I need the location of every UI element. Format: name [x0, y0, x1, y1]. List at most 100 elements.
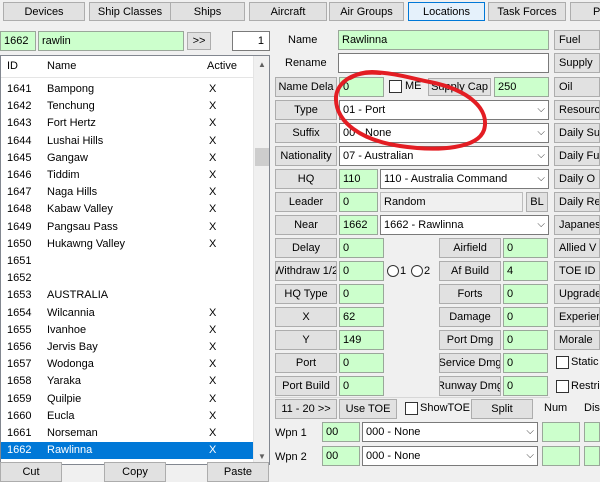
wpn2-dis-field[interactable] [584, 446, 600, 466]
list-item[interactable]: 1645 Gangaw X [1, 150, 253, 167]
header-id[interactable]: ID [7, 60, 18, 72]
right-button-daily-fu[interactable]: Daily Fu [554, 146, 600, 166]
tab-aircraft[interactable]: Aircraft [249, 2, 327, 21]
scroll-up-icon[interactable]: ▲ [254, 56, 269, 72]
supply-cap-button[interactable]: Supply Cap [428, 78, 491, 96]
list-item[interactable]: 1651 [1, 253, 253, 270]
search-next-button[interactable]: >> [187, 32, 211, 50]
list-item[interactable]: 1647 Naga Hills X [1, 184, 253, 201]
delay-button[interactable]: Delay [275, 238, 337, 258]
near-field[interactable]: 1662 [339, 215, 378, 235]
name-field[interactable]: Rawlinna [338, 30, 549, 50]
header-name[interactable]: Name [47, 60, 76, 72]
near-select[interactable]: 1662 - Rawlinna ⌵ [380, 215, 549, 235]
wpn2-field[interactable]: 00 [322, 446, 360, 466]
location-list[interactable]: ID Name Active 1641 Bampong X 1642 Tenchung X… [0, 55, 270, 465]
right-button-fuel[interactable]: Fuel [554, 30, 600, 50]
search-id-field[interactable]: 1662 [0, 31, 36, 51]
leader-field[interactable]: 0 [339, 192, 378, 212]
runway-dmg-field[interactable]: 0 [503, 376, 548, 396]
suffix-button[interactable]: Suffix [275, 123, 337, 143]
suffix-select[interactable]: 00 - None ⌵ [339, 123, 549, 143]
right-button-allied-v[interactable]: Allied V [554, 238, 600, 258]
tab-ships[interactable]: Ships [170, 2, 245, 21]
list-item[interactable]: 1652 [1, 270, 253, 287]
list-item[interactable]: 1641 Bampong X [1, 81, 253, 98]
damage-field[interactable]: 0 [503, 307, 548, 327]
page-field[interactable]: 1 [232, 31, 270, 51]
bl-button[interactable]: BL [526, 192, 548, 212]
list-item[interactable]: 1661 Norseman X [1, 425, 253, 442]
show-toe-checkbox[interactable] [405, 402, 418, 415]
af-build-button[interactable]: Af Build [439, 261, 501, 281]
split-button[interactable]: Split [471, 399, 533, 419]
y-button[interactable]: Y [275, 330, 337, 350]
hq-field[interactable]: 110 [339, 169, 378, 189]
tab-pilots[interactable]: Pil [570, 2, 600, 21]
range-next-button[interactable]: 11 - 20 >> [275, 399, 337, 419]
wpn2-select[interactable]: 000 - None ⌵ [362, 446, 538, 466]
list-item[interactable]: 1650 Hukawng Valley X [1, 236, 253, 253]
tab-air-groups[interactable]: Air Groups [329, 2, 404, 21]
tab-task-forces[interactable]: Task Forces [488, 2, 566, 21]
withdraw-radio-1[interactable] [387, 265, 399, 277]
type-button[interactable]: Type [275, 100, 337, 120]
port-dmg-button[interactable]: Port Dmg [439, 330, 501, 350]
hq-type-field[interactable]: 0 [339, 284, 384, 304]
right-button-japanese[interactable]: Japanese [554, 215, 600, 235]
wpn1-num-field[interactable] [542, 422, 580, 442]
right-button-daily-re[interactable]: Daily Re [554, 192, 600, 212]
copy-button[interactable]: Copy [104, 462, 166, 482]
list-item[interactable]: 1656 Jervis Bay X [1, 339, 253, 356]
wpn1-dis-field[interactable] [584, 422, 600, 442]
withdraw-radio-2[interactable] [411, 265, 423, 277]
port-button[interactable]: Port [275, 353, 337, 373]
list-item[interactable]: 1649 Pangsau Pass X [1, 219, 253, 236]
right-button-resourc[interactable]: Resourc [554, 100, 600, 120]
list-scrollbar[interactable]: ▲ ▼ [253, 56, 269, 464]
list-item[interactable]: 1642 Tenchung X [1, 98, 253, 115]
name-delay-button[interactable]: Name Dela [275, 77, 337, 97]
list-item[interactable]: 1662 Rawlinna X [1, 442, 253, 460]
nationality-select[interactable]: 07 - Australian ⌵ [339, 146, 549, 166]
right-button-toe-id[interactable]: TOE ID [554, 261, 600, 281]
af-build-field[interactable]: 4 [503, 261, 548, 281]
port-build-button[interactable]: Port Build [275, 376, 337, 396]
type-select[interactable]: 01 - Port ⌵ [339, 100, 549, 120]
service-dmg-button[interactable]: Service Dmg [439, 353, 501, 373]
right-button-upgrade-t[interactable]: Upgrade T [554, 284, 600, 304]
name-delay-field[interactable]: 0 [339, 77, 384, 97]
list-item[interactable]: 1658 Yaraka X [1, 373, 253, 390]
list-item[interactable]: 1644 Lushai Hills X [1, 133, 253, 150]
y-field[interactable]: 149 [339, 330, 384, 350]
tab-devices[interactable]: Devices [3, 2, 85, 21]
airfield-field[interactable]: 0 [503, 238, 548, 258]
list-item[interactable]: 1643 Fort Hertz X [1, 115, 253, 132]
list-item[interactable]: 1659 Quilpie X [1, 391, 253, 408]
supply-cap-field[interactable]: 250 [494, 77, 549, 97]
right-button-daily-sup[interactable]: Daily Sup [554, 123, 600, 143]
search-text-field[interactable]: rawlin [38, 31, 184, 51]
tab-locations[interactable]: Locations [408, 2, 485, 21]
hq-select[interactable]: 110 - Australia Command ⌵ [380, 169, 549, 189]
paste-button[interactable]: Paste [207, 462, 269, 482]
withdraw-button[interactable]: Withdraw 1/2 [275, 261, 337, 281]
cut-button[interactable]: Cut [0, 462, 62, 482]
list-item[interactable]: 1646 Tiddim X [1, 167, 253, 184]
scroll-thumb[interactable] [255, 148, 269, 166]
wpn1-field[interactable]: 00 [322, 422, 360, 442]
x-button[interactable]: X [275, 307, 337, 327]
rename-field[interactable] [338, 53, 549, 73]
right-checkbox[interactable] [556, 380, 569, 393]
runway-dmg-button[interactable]: Runway Dmg [439, 376, 501, 396]
port-build-field[interactable]: 0 [339, 376, 384, 396]
right-button-supply[interactable]: Supply [554, 53, 600, 73]
right-button-experien[interactable]: Experien [554, 307, 600, 327]
right-button-morale[interactable]: Morale [554, 330, 600, 350]
right-checkbox[interactable] [556, 356, 569, 369]
tab-ship-classes[interactable]: Ship Classes [89, 2, 171, 21]
me-checkbox[interactable] [389, 80, 402, 93]
hq-type-button[interactable]: HQ Type [275, 284, 337, 304]
list-item[interactable]: 1660 Eucla X [1, 408, 253, 425]
nationality-button[interactable]: Nationality [275, 146, 337, 166]
